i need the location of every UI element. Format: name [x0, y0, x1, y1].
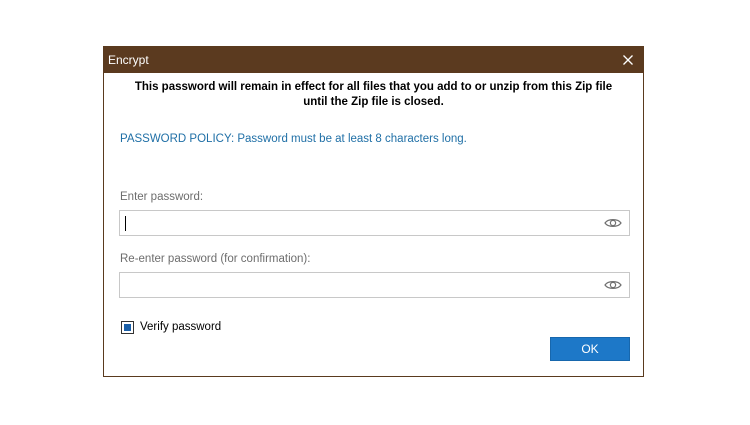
eye-icon[interactable]	[604, 217, 622, 229]
message-line-1: This password will remain in effect for …	[134, 81, 613, 93]
password-label: Enter password:	[120, 191, 204, 203]
verify-password-label[interactable]: Verify password	[140, 320, 221, 335]
message-line-2: until the Zip file is closed.	[303, 96, 444, 108]
confirm-password-input[interactable]	[124, 275, 594, 295]
checkbox-checked-indicator	[124, 324, 131, 331]
encrypt-dialog: Encrypt This password will remain in eff…	[103, 46, 644, 377]
confirm-password-label: Re-enter password (for confirmation):	[120, 253, 311, 265]
checkbox-box[interactable]	[121, 321, 134, 334]
confirm-password-field[interactable]	[119, 272, 630, 298]
screen: Encrypt This password will remain in eff…	[0, 0, 750, 425]
ok-button[interactable]: OK	[550, 337, 630, 361]
password-policy-text: PASSWORD POLICY: Password must be at lea…	[120, 133, 467, 145]
close-icon	[623, 55, 633, 65]
dialog-titlebar: Encrypt	[104, 47, 643, 73]
dialog-title: Encrypt	[108, 53, 149, 67]
text-caret	[125, 216, 126, 231]
close-button[interactable]	[613, 47, 643, 73]
password-input[interactable]	[124, 213, 594, 233]
dialog-message: This password will remain in effect for …	[104, 80, 643, 110]
password-field[interactable]	[119, 210, 630, 236]
eye-icon[interactable]	[604, 279, 622, 291]
